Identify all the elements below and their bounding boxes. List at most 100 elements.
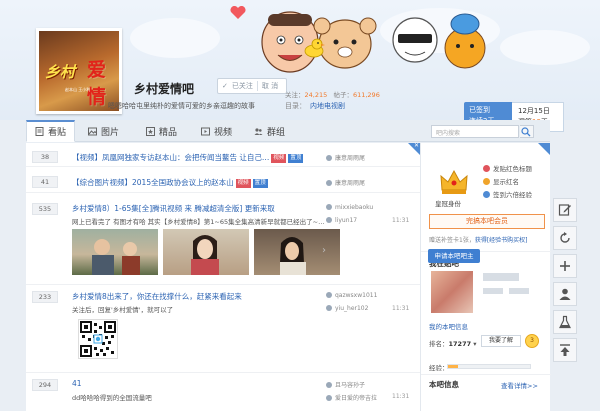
user-icon [326,382,332,388]
thread-abstract: 关注后，回复'乡村爱情'，就可以了 [72,306,174,314]
thread-time: 11:31 [392,305,410,312]
profile-button[interactable] [553,282,577,306]
member-count: 24,215 [304,91,328,99]
thread-row-4[interactable]: 233 乡村爱情8出来了，你还在找撑什么，赶紧来看起来 关注后，回复'乡村爱情'… [26,285,420,373]
lab-button[interactable] [553,310,577,334]
rank-line: 排名：17277 ▾ [429,340,477,348]
forum-title[interactable]: 乡村爱情吧 [134,80,194,97]
reply-count: 41 [32,176,58,188]
thread-last-reply[interactable]: 爱日爱的帝吉拉 [326,393,377,402]
red-title-icon [483,164,490,172]
sign-date: 12月15日 [518,107,550,115]
rank-value: 17277 [448,340,472,348]
user-icon [326,155,332,161]
reply-user-icon [326,305,332,311]
user-icon [326,292,332,298]
my-avatar[interactable] [431,271,473,313]
reply-count: 233 [32,291,58,303]
video-badge: 视频 [235,179,251,188]
my-forum-info-link[interactable]: 我的本吧信息 [429,321,468,331]
add-button[interactable] [553,254,577,278]
search-button[interactable] [520,125,534,138]
reply-count: 535 [32,203,58,215]
tab-video[interactable]: 视频 [201,120,232,142]
thread-row-pinned-1[interactable]: 38 【视频】凤凰网独家专访赵本山：会把传闻当鳌告 让自己… 视频 置顶 康意周雨尾… [26,142,420,167]
followed-label: 已关注 [231,82,253,90]
refresh-icon [560,232,570,243]
thread-last-reply[interactable]: yiu_her102 [326,305,368,312]
red-name-icon [483,177,490,185]
tab-groups[interactable]: 群组 [254,120,285,142]
apply-moderator-button[interactable]: 申请本吧吧主 [428,249,480,263]
post-count: 611,296 [352,91,380,99]
forum-avatar-text-1: 乡村 [45,63,76,81]
followed-check-icon: ✓ [222,82,228,90]
level-badge: 3 [525,334,539,348]
qr-code-image[interactable] [78,319,118,359]
catalog-link[interactable]: 内地电视剧 [310,102,345,110]
flask-icon [559,315,571,329]
thread-title[interactable]: 乡村爱情8）1-65集[全]腾讯视频 来 腾减超清全版] 更新来取 [72,203,275,214]
post-button[interactable] [553,198,577,222]
exp-book-link[interactable]: 获得[经验书购买权] [475,237,528,244]
to-top-icon [560,344,570,356]
resign-card-note: 赠送补签卡1张，获得[经验书购买权] [429,237,528,244]
follow-button-group: ✓ 已关注 取 消 [217,78,287,94]
thread-title[interactable]: 乡村爱情8出来了，你还在找撑什么，赶紧来看起来 [72,291,242,302]
reply-count: 294 [32,379,58,391]
refresh-button[interactable] [553,226,577,250]
thread-author[interactable]: mixxiebaoku [326,204,373,211]
heart-decoration-icon [230,6,246,19]
thread-list: 38 【视频】凤凰网独家专访赵本山：会把传闻当鳌告 让自己… 视频 置顶 康意周雨尾… [26,142,420,411]
thread-title[interactable]: 41 [72,379,82,388]
username-blurred[interactable] [483,273,519,281]
user-icon [326,204,332,210]
collapse-icon: ✕ [413,142,419,149]
thread-last-reply[interactable]: liyun17 [326,217,357,224]
learn-more-button[interactable]: 我要了解 [481,335,521,347]
forum-catalog: 目录： 内地电视剧 [285,102,345,110]
vip-label: 皇冠身份 [435,200,461,208]
user-detail-blurred [483,288,503,294]
thread-author[interactable]: 且马容孙子 [326,380,365,389]
view-details-link[interactable]: 查看详情>> [501,380,538,390]
thread-image-3[interactable] [254,229,340,275]
user-detail-blurred [509,288,529,294]
exp-progress-bar [447,364,531,369]
thread-author[interactable]: 康意周雨尾 [326,153,365,162]
tab-featured[interactable]: 精品 [146,120,177,142]
tab-posts[interactable]: 看贴 [26,120,76,142]
tab-images[interactable]: 图片 [88,120,119,142]
thread-time: 11:31 [392,393,410,400]
back-to-top-button[interactable] [553,338,577,362]
forum-search-input[interactable]: 吧内搜索 [431,125,519,138]
exp-boost-icon [483,190,490,198]
group-icon [254,127,263,135]
privilege-exp: 签到六倍经验 [483,189,532,199]
thread-row-pinned-2[interactable]: 41 【综合图片视频】2015全国政协会议上的赵本山 视频 置顶 康意周雨尾 [26,167,420,193]
open-membership-button[interactable]: 完搞本吧会员 [429,214,545,229]
search-icon [521,127,531,137]
forum-avatar-subtitle: 赵本山 王小利 [65,87,91,92]
thread-author[interactable]: qazwsxw1011 [326,292,377,299]
thread-title[interactable]: 【综合图片视频】2015全国政协会议上的赵本山 视频 置顶 [72,177,268,188]
thread-image-2[interactable] [163,229,249,275]
thread-title[interactable]: 【视频】凤凰网独家专访赵本山：会把传闻当鳌告 让自己… 视频 置顶 [72,152,304,163]
user-icon [326,180,332,186]
sidebar-collapse-corner[interactable] [538,143,550,155]
unfollow-button[interactable]: 取 消 [258,81,282,91]
sign-status: 已签到 [469,106,490,114]
video-badge: 视频 [271,154,287,163]
next-image-arrow[interactable]: › [322,245,326,256]
thread-row-5[interactable]: 294 41 dd哈哈哈得到的全国流量吧 且马容孙子 爱日爱的帝吉拉 11:31 [26,373,420,411]
thread-time: 11:31 [392,217,410,224]
thread-image-1[interactable] [72,229,158,275]
reply-user-icon [326,217,332,223]
pinned-badge: 置顶 [252,179,268,188]
thread-row-3[interactable]: 535 乡村爱情8）1-65集[全]腾讯视频 来 腾减超清全版] 更新来取 网上… [26,193,420,285]
thread-abstract: dd哈哈哈得到的全国流量吧 [72,394,152,402]
thread-author[interactable]: 康意周雨尾 [326,178,365,187]
doc-icon [35,127,44,136]
forum-stats: 关注：24,215 帖子：611,296 [285,91,380,99]
crown-icon [440,169,468,194]
